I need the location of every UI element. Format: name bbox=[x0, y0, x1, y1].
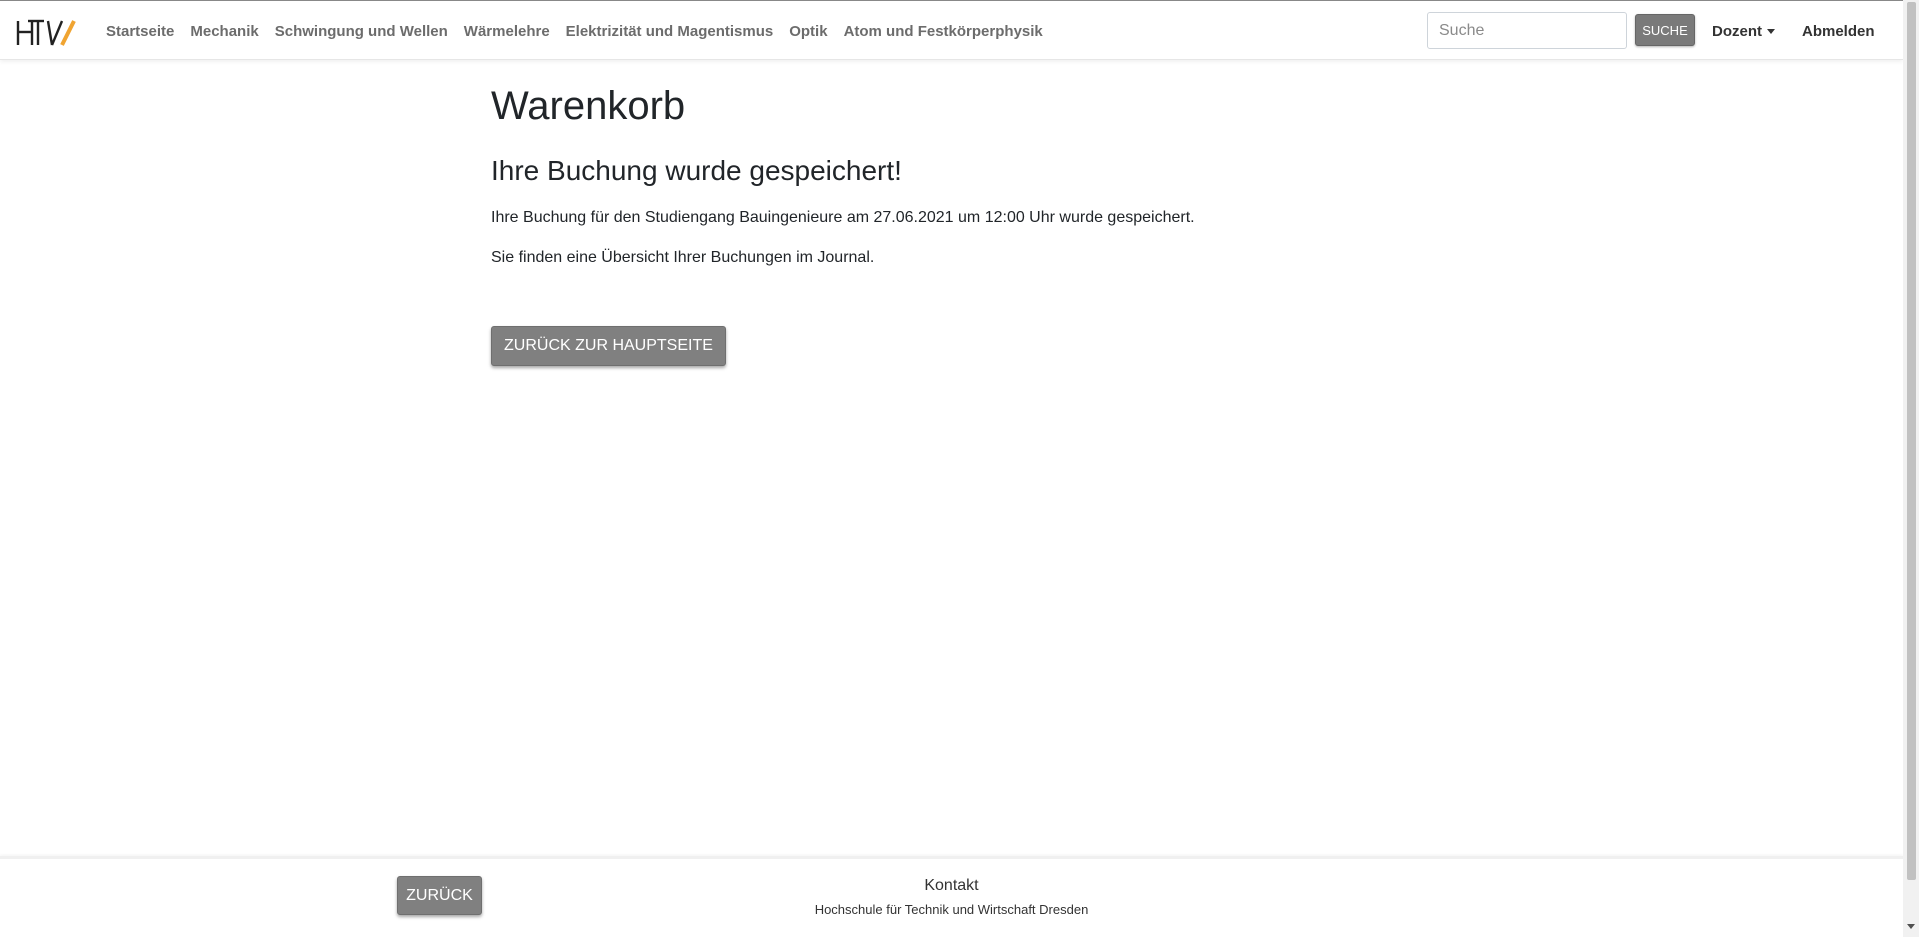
user-menu-dropdown[interactable]: Dozent bbox=[1712, 1, 1775, 61]
nav-startseite[interactable]: Startseite bbox=[106, 23, 174, 40]
contact-heading[interactable]: Kontakt bbox=[0, 877, 1903, 895]
top-navbar: Startseite Mechanik Schwingung und Welle… bbox=[0, 0, 1903, 60]
scrollbar-thumb[interactable] bbox=[1907, 2, 1916, 880]
booking-confirmation-text: Ihre Buchung für den Studiengang Bauinge… bbox=[491, 208, 1195, 226]
nav-waermelehre[interactable]: Wärmelehre bbox=[464, 23, 550, 40]
scroll-down-arrow-icon[interactable] bbox=[1907, 924, 1915, 929]
caret-down-icon bbox=[1767, 28, 1775, 34]
main-nav: Startseite Mechanik Schwingung und Welle… bbox=[106, 1, 1059, 61]
search-input[interactable] bbox=[1427, 12, 1627, 49]
page-title: Warenkorb bbox=[491, 84, 686, 128]
nav-mechanik[interactable]: Mechanik bbox=[190, 23, 258, 40]
nav-schwingung-und-wellen[interactable]: Schwingung und Wellen bbox=[275, 23, 448, 40]
main-content: Warenkorb Ihre Buchung wurde gespeichert… bbox=[491, 60, 1391, 366]
journal-hint-text: Sie finden eine Übersicht Ihrer Buchunge… bbox=[491, 248, 875, 266]
institution-name: Hochschule für Technik und Wirtschaft Dr… bbox=[814, 902, 1089, 917]
vertical-scrollbar[interactable] bbox=[1903, 0, 1919, 937]
page: Startseite Mechanik Schwingung und Welle… bbox=[0, 0, 1903, 937]
nav-optik[interactable]: Optik bbox=[789, 23, 827, 40]
nav-elektrizitaet-und-magnetismus[interactable]: Elektrizität und Magentismus bbox=[566, 23, 774, 40]
back-to-home-button[interactable]: Zurück zur Hauptseite bbox=[491, 326, 726, 366]
nav-atom-und-festkoerperphysik[interactable]: Atom und Festkörperphysik bbox=[844, 23, 1043, 40]
confirmation-heading: Ihre Buchung wurde gespeichert! bbox=[491, 155, 902, 186]
footer: Zurück Kontakt Hochschule für Technik un… bbox=[0, 856, 1903, 937]
user-menu-label: Dozent bbox=[1712, 22, 1762, 40]
search-button[interactable]: SUCHE bbox=[1635, 14, 1695, 46]
htw-logo[interactable] bbox=[16, 19, 82, 47]
logout-link[interactable]: Abmelden bbox=[1802, 1, 1875, 61]
